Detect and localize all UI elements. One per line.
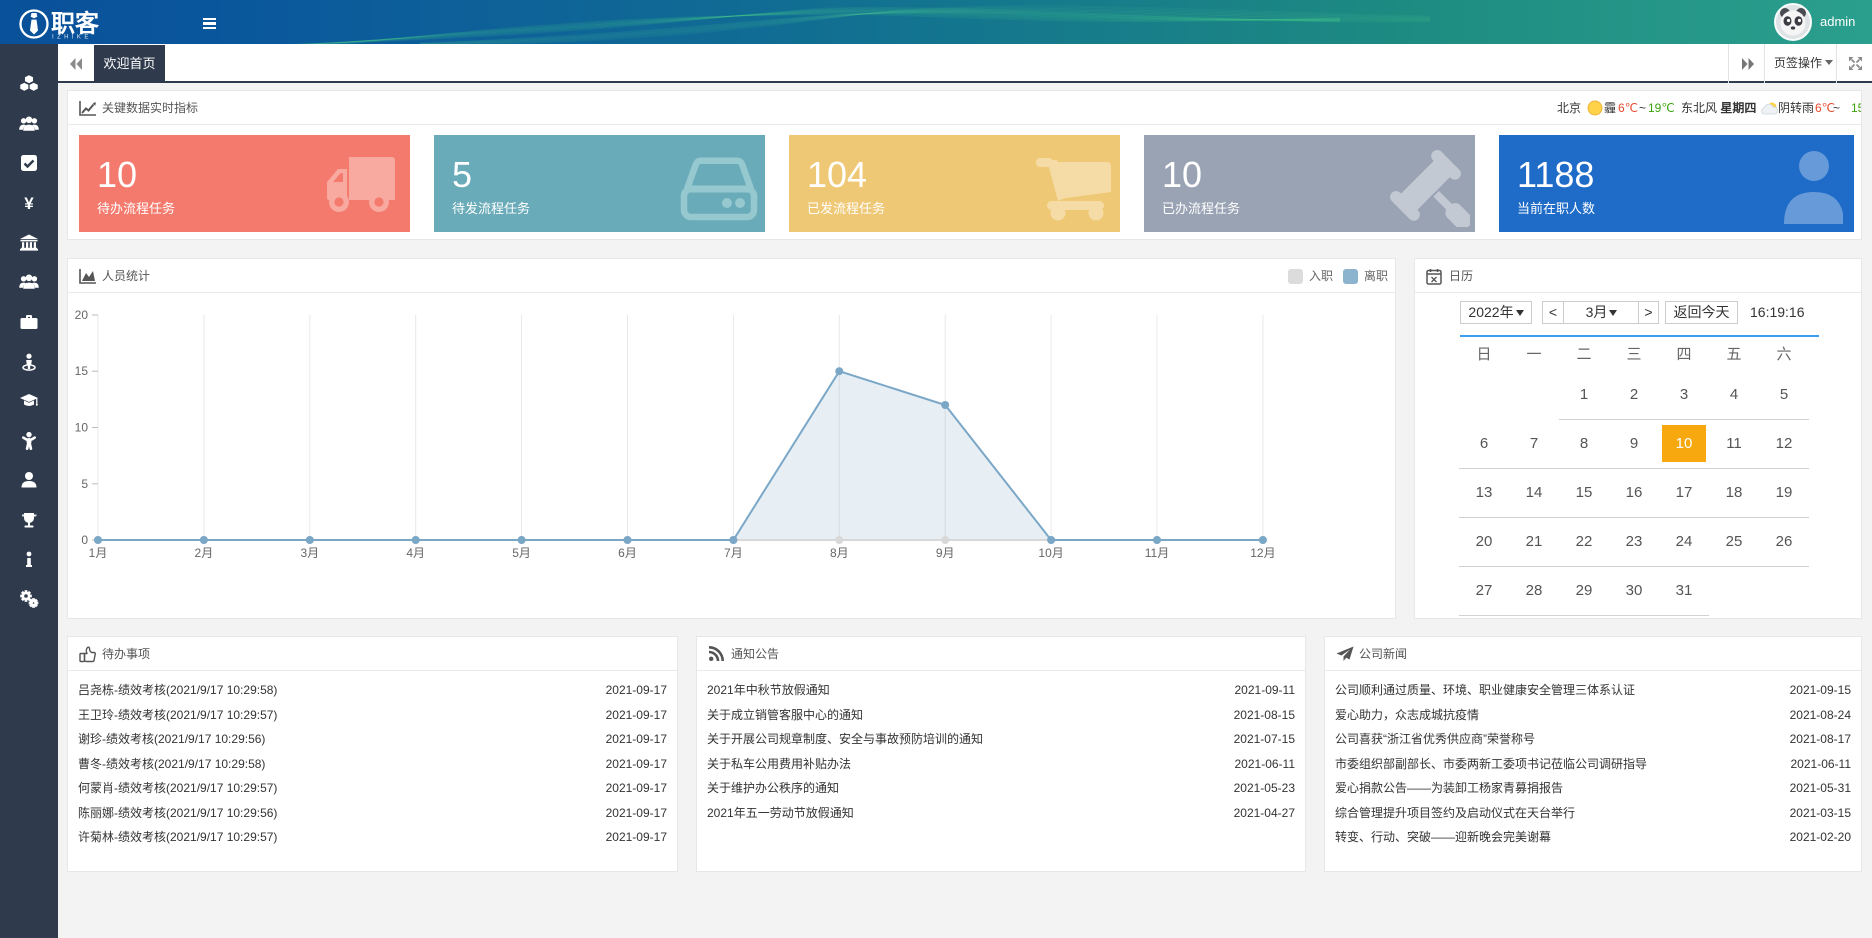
svg-text:IZHIKE: IZHIKE	[52, 35, 92, 41]
svg-text:5月: 5月	[512, 546, 531, 560]
svg-text:8月: 8月	[830, 546, 849, 560]
svg-text:6月: 6月	[618, 546, 637, 560]
svg-text:2月: 2月	[195, 546, 214, 560]
svg-text:¥: ¥	[24, 194, 34, 213]
svg-text:10月: 10月	[1038, 546, 1063, 560]
svg-text:11月: 11月	[1145, 546, 1169, 560]
svg-text:7月: 7月	[724, 546, 743, 560]
svg-text:1月: 1月	[89, 546, 108, 560]
svg-text:10: 10	[75, 421, 89, 435]
svg-text:5: 5	[81, 477, 88, 491]
svg-text:12月: 12月	[1250, 546, 1275, 560]
svg-text:9月: 9月	[936, 546, 955, 560]
svg-text:4月: 4月	[406, 546, 425, 560]
svg-text:职客: 职客	[51, 10, 100, 38]
svg-text:20: 20	[75, 308, 89, 322]
svg-text:0: 0	[81, 533, 88, 547]
svg-text:15: 15	[75, 364, 89, 378]
svg-text:3月: 3月	[300, 546, 319, 560]
